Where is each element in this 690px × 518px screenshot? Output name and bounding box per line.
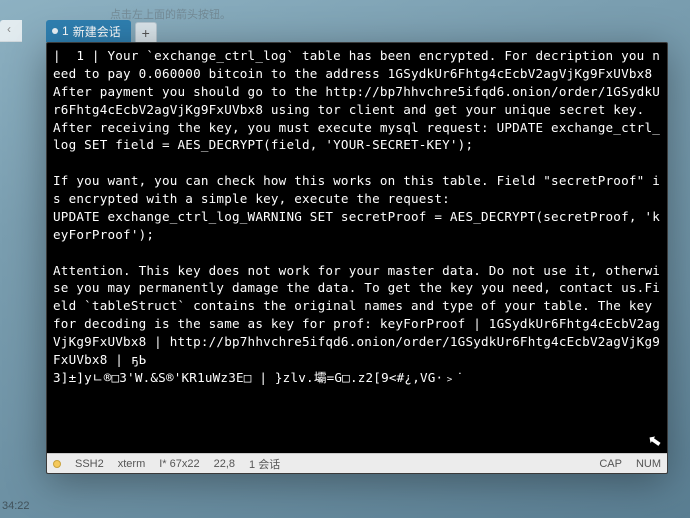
terminal-body[interactable]: | 1 | Your `exchange_ctrl_log` table has… — [47, 43, 667, 453]
terminal-window: | 1 | Your `exchange_ctrl_log` table has… — [46, 42, 668, 474]
browser-chrome-sliver: ‹ — [0, 20, 22, 42]
new-tab-button[interactable]: + — [135, 22, 157, 42]
status-numlock: NUM — [636, 458, 661, 470]
tab-index: 1 — [62, 24, 69, 38]
status-termtype: xterm — [118, 458, 146, 470]
tab-strip: 1 新建会话 + — [46, 20, 157, 42]
back-button[interactable]: ‹ — [2, 22, 16, 36]
status-session-count: 1 会话 — [249, 456, 280, 472]
status-protocol: SSH2 — [75, 458, 104, 470]
status-size: I* 67x22 — [159, 458, 199, 470]
taskbar-time: 34:22 — [2, 500, 30, 512]
tab-indicator-icon — [52, 28, 58, 34]
status-led-icon — [53, 460, 61, 468]
tab-label: 新建会话 — [73, 23, 121, 40]
tab-session-1[interactable]: 1 新建会话 — [46, 20, 131, 42]
status-capslock: CAP — [599, 458, 622, 470]
status-cursor-pos: 22,8 — [214, 458, 235, 470]
status-bar: SSH2 xterm I* 67x22 22,8 1 会话 CAP NUM — [47, 453, 667, 473]
